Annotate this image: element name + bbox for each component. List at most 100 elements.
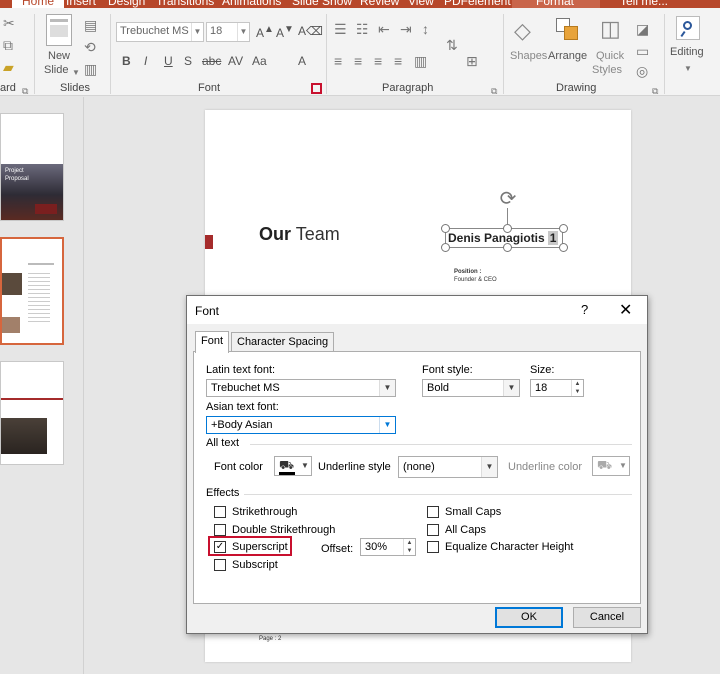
offset-spinner[interactable]: 30% ▲ ▼ bbox=[360, 538, 416, 556]
double-strikethrough-label[interactable]: Double Strikethrough bbox=[232, 524, 335, 536]
chevron-down-icon[interactable]: ▼ bbox=[237, 23, 249, 41]
tab-view[interactable]: View bbox=[408, 0, 434, 8]
quick-styles-label-2[interactable]: Styles bbox=[592, 64, 622, 76]
bullets-icon[interactable]: ☰ bbox=[334, 22, 347, 36]
all-caps-label[interactable]: All Caps bbox=[445, 524, 486, 536]
slide-thumbnail-2[interactable] bbox=[0, 237, 64, 345]
arrange-label[interactable]: Arrange bbox=[548, 50, 587, 62]
font-size-box[interactable]: 18 ▼ bbox=[206, 22, 250, 42]
close-icon[interactable]: ✕ bbox=[619, 300, 632, 320]
strikethrough-icon[interactable]: abc bbox=[202, 54, 221, 68]
justify-icon[interactable]: ≡ bbox=[394, 54, 402, 68]
superscript-label[interactable]: Superscript bbox=[232, 541, 288, 553]
decrease-indent-icon[interactable]: ⇤ bbox=[378, 22, 390, 36]
shape-outline-icon[interactable]: ▭ bbox=[636, 44, 649, 58]
spin-arrows-icon[interactable]: ▲ ▼ bbox=[403, 539, 415, 555]
member-name[interactable]: Denis Panagiotis 1 bbox=[448, 231, 559, 245]
underline-style-select[interactable]: (none) ▼ bbox=[398, 456, 498, 478]
spin-arrows-icon[interactable]: ▲ ▼ bbox=[571, 380, 583, 396]
ok-button[interactable]: OK bbox=[495, 607, 563, 628]
tab-animations[interactable]: Animations bbox=[222, 0, 281, 8]
all-caps-checkbox[interactable] bbox=[427, 524, 439, 536]
copy-icon[interactable]: ⧉ bbox=[3, 38, 13, 52]
smartart-icon[interactable]: ⊞ bbox=[466, 54, 478, 68]
columns-icon[interactable]: ▥ bbox=[414, 54, 427, 68]
shapes-icon[interactable]: ◇ bbox=[514, 20, 531, 42]
clipboard-launcher-icon[interactable]: ⧉ bbox=[22, 84, 28, 98]
line-spacing-icon[interactable]: ↕ bbox=[422, 22, 429, 36]
underline-icon[interactable]: U bbox=[164, 54, 173, 68]
align-right-icon[interactable]: ≡ bbox=[374, 54, 382, 68]
drawing-launcher-icon[interactable]: ⧉ bbox=[652, 84, 658, 98]
new-slide-label-2[interactable]: Slide bbox=[44, 64, 68, 76]
small-caps-label[interactable]: Small Caps bbox=[445, 506, 501, 518]
equalize-height-checkbox[interactable] bbox=[427, 541, 439, 553]
equalize-height-label[interactable]: Equalize Character Height bbox=[445, 541, 573, 553]
change-case-icon[interactable]: Aa bbox=[252, 54, 267, 68]
superscript-checkbox[interactable]: ✓ bbox=[214, 541, 226, 553]
tab-character-spacing[interactable]: Character Spacing bbox=[231, 332, 335, 352]
tab-slide-show[interactable]: Slide Show bbox=[292, 0, 352, 8]
help-button[interactable]: ? bbox=[581, 302, 588, 317]
quick-styles-label[interactable]: Quick bbox=[596, 50, 624, 62]
align-center-icon[interactable]: ≡ bbox=[354, 54, 362, 68]
double-strikethrough-checkbox[interactable] bbox=[214, 524, 226, 536]
section-icon[interactable]: ▥ bbox=[84, 62, 97, 76]
shrink-font-icon[interactable]: A▼ bbox=[276, 24, 294, 40]
grow-font-icon[interactable]: A▲ bbox=[256, 24, 274, 40]
italic-icon[interactable]: I bbox=[144, 54, 147, 68]
new-slide-label[interactable]: New bbox=[48, 50, 70, 62]
latin-font-select[interactable]: Trebuchet MS ▼ bbox=[206, 379, 396, 397]
slide-title[interactable]: Our Team bbox=[259, 224, 340, 245]
shape-effects-icon[interactable]: ◎ bbox=[636, 64, 648, 78]
paragraph-launcher-icon[interactable]: ⧉ bbox=[491, 84, 497, 98]
resize-handle[interactable] bbox=[559, 224, 568, 233]
font-name-box[interactable]: Trebuchet MS ▼ bbox=[116, 22, 204, 42]
bold-icon[interactable]: B bbox=[122, 54, 131, 68]
cancel-button[interactable]: Cancel bbox=[573, 607, 641, 628]
increase-indent-icon[interactable]: ⇥ bbox=[400, 22, 412, 36]
align-left-icon[interactable]: ≡ bbox=[334, 54, 342, 68]
tab-review[interactable]: Review bbox=[360, 0, 399, 8]
tab-transitions[interactable]: Transitions bbox=[156, 0, 214, 8]
slide-thumbnail-1[interactable]: Project Proposal bbox=[0, 113, 64, 221]
font-dialog-launcher[interactable] bbox=[311, 83, 322, 94]
shape-fill-icon[interactable]: ◪ bbox=[636, 22, 649, 36]
tab-font[interactable]: Font bbox=[195, 331, 230, 353]
quick-styles-icon[interactable]: ◫ bbox=[600, 18, 621, 40]
slide-thumbnail-3[interactable] bbox=[0, 361, 64, 465]
format-painter-icon[interactable]: ▰ bbox=[3, 60, 14, 74]
asian-font-select[interactable]: +Body Asian ▼ bbox=[206, 416, 396, 434]
text-direction-icon[interactable]: ⇅ bbox=[446, 38, 458, 52]
chevron-down-icon[interactable]: ▼ bbox=[481, 457, 497, 477]
editing-label[interactable]: Editing bbox=[670, 46, 704, 58]
small-caps-checkbox[interactable] bbox=[427, 506, 439, 518]
numbering-icon[interactable]: ☷ bbox=[356, 22, 369, 36]
font-color-button[interactable]: ⛟ ▼ bbox=[274, 456, 312, 476]
resize-handle[interactable] bbox=[559, 243, 568, 252]
chevron-down-icon[interactable]: ▼ bbox=[379, 417, 395, 433]
chevron-down-icon[interactable]: ▼ bbox=[379, 380, 395, 396]
clear-format-icon[interactable]: A⌫ bbox=[298, 24, 323, 38]
font-style-select[interactable]: Bold ▼ bbox=[422, 379, 520, 397]
strikethrough-label[interactable]: Strikethrough bbox=[232, 506, 297, 518]
strikethrough-checkbox[interactable] bbox=[214, 506, 226, 518]
chevron-down-icon[interactable]: ▼ bbox=[72, 66, 80, 80]
tab-home[interactable]: Home bbox=[12, 0, 65, 8]
search-icon[interactable] bbox=[676, 16, 700, 40]
tab-pdfelement[interactable]: PDFelement bbox=[444, 0, 511, 8]
shapes-label[interactable]: Shapes bbox=[510, 50, 547, 62]
spacing-icon[interactable]: AV bbox=[228, 54, 243, 68]
tell-me-box[interactable]: Tell me... bbox=[620, 0, 668, 8]
arrange-icon[interactable] bbox=[556, 18, 580, 42]
shadow-icon[interactable]: S bbox=[184, 54, 192, 68]
font-color-icon[interactable]: A bbox=[298, 54, 306, 68]
reset-icon[interactable]: ⟲ bbox=[84, 40, 96, 54]
cut-icon[interactable]: ✂ bbox=[3, 16, 15, 30]
chevron-down-icon[interactable]: ▼ bbox=[503, 380, 519, 396]
new-slide-icon[interactable] bbox=[46, 14, 72, 46]
subscript-checkbox[interactable] bbox=[214, 559, 226, 571]
chevron-down-icon[interactable]: ▼ bbox=[684, 62, 692, 76]
tab-format[interactable]: Format bbox=[536, 0, 574, 8]
subscript-label[interactable]: Subscript bbox=[232, 559, 278, 571]
